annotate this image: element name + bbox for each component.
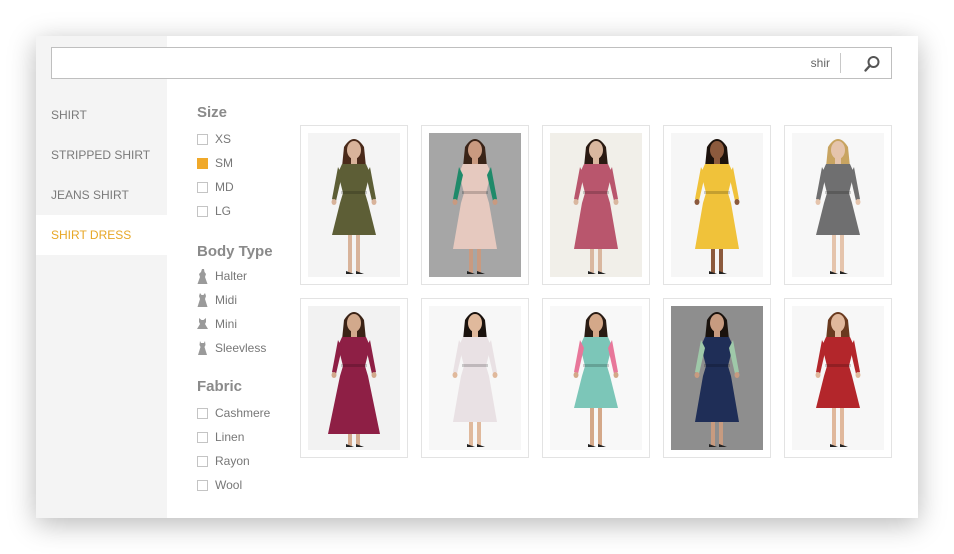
nav-item-stripped-shirt[interactable]: STRIPPED SHIRT [36, 135, 167, 175]
product-photo [550, 306, 642, 450]
body-type-option-mini[interactable]: Mini [197, 312, 307, 336]
product-card[interactable] [663, 298, 771, 458]
halter-dress-icon [197, 268, 208, 284]
option-label: SM [215, 156, 233, 170]
checkbox[interactable] [197, 181, 208, 193]
option-label: Wool [215, 478, 243, 492]
search-bar[interactable]: shir [51, 47, 892, 79]
option-label: Midi [215, 293, 238, 307]
product-card[interactable] [784, 125, 892, 285]
option-label: Halter [215, 269, 248, 283]
nav-item-jeans-shirt[interactable]: JEANS SHIRT [36, 175, 167, 215]
product-card[interactable] [421, 298, 529, 458]
mini-dress-icon [197, 317, 208, 329]
size-option-md[interactable]: MD [197, 175, 307, 199]
product-photo [671, 133, 763, 277]
option-label: Sleevless [215, 341, 267, 355]
product-photo [308, 133, 400, 277]
filter-title-size: Size [197, 104, 228, 121]
checkbox[interactable] [197, 205, 208, 217]
product-card[interactable] [542, 298, 650, 458]
category-nav: SHIRT STRIPPED SHIRT JEANS SHIRT SHIRT D… [36, 95, 167, 255]
product-image [308, 306, 400, 450]
sleeveless-dress-icon [198, 340, 207, 355]
size-option-sm[interactable]: SM [197, 151, 307, 175]
checkbox[interactable] [197, 431, 208, 443]
app-window: shir SHIRT STRIPPED SHIRT JEANS SHIRT SH… [36, 36, 918, 518]
body-type-option-halter[interactable]: Halter [197, 264, 307, 288]
fabric-option-cashmere[interactable]: Cashmere [197, 401, 307, 425]
option-label: XS [215, 132, 232, 146]
option-label: Mini [215, 317, 238, 331]
product-image [308, 133, 400, 277]
nav-item-label: SHIRT DRESS [51, 228, 132, 242]
nav-item-shirt[interactable]: SHIRT [36, 95, 167, 135]
search-input[interactable]: shir [811, 56, 830, 70]
midi-dress-icon [197, 292, 208, 307]
filter-title-fabric: Fabric [197, 378, 243, 395]
product-card[interactable] [542, 125, 650, 285]
nav-item-shirt-dress[interactable]: SHIRT DRESS [36, 215, 167, 255]
option-label: Cashmere [215, 406, 271, 420]
product-photo [429, 133, 521, 277]
product-image [550, 133, 642, 277]
product-image [429, 133, 521, 277]
product-photo [671, 306, 763, 450]
filter-title-body-type: Body Type [197, 243, 273, 260]
checkbox-checked[interactable] [197, 157, 208, 169]
product-card[interactable] [300, 125, 408, 285]
product-photo [792, 306, 884, 450]
product-photo [550, 133, 642, 277]
checkbox[interactable] [197, 407, 208, 419]
size-option-lg[interactable]: LG [197, 199, 307, 223]
fabric-option-rayon[interactable]: Rayon [197, 449, 307, 473]
product-image [429, 306, 521, 450]
product-image [671, 306, 763, 450]
checkbox[interactable] [197, 479, 208, 491]
search-icon[interactable] [863, 55, 881, 73]
product-photo [429, 306, 521, 450]
nav-item-label: JEANS SHIRT [51, 188, 129, 202]
option-label: Rayon [215, 454, 250, 468]
option-label: MD [215, 180, 234, 194]
option-label: Linen [215, 430, 245, 444]
option-label: LG [215, 204, 232, 218]
product-card[interactable] [784, 298, 892, 458]
size-option-xs[interactable]: XS [197, 127, 307, 151]
product-photo [308, 306, 400, 450]
product-image [792, 306, 884, 450]
body-type-option-midi[interactable]: Midi [197, 288, 307, 312]
product-image [671, 133, 763, 277]
fabric-option-linen[interactable]: Linen [197, 425, 307, 449]
product-card[interactable] [663, 125, 771, 285]
product-image [792, 133, 884, 277]
nav-item-label: STRIPPED SHIRT [51, 148, 151, 162]
product-card[interactable] [300, 298, 408, 458]
body-type-option-sleevless[interactable]: Sleevless [197, 336, 307, 360]
checkbox[interactable] [197, 133, 208, 145]
checkbox[interactable] [197, 455, 208, 467]
nav-item-label: SHIRT [51, 108, 87, 122]
product-card[interactable] [421, 125, 529, 285]
product-image [550, 306, 642, 450]
fabric-option-wool[interactable]: Wool [197, 473, 307, 497]
product-grid [300, 125, 892, 458]
search-divider [840, 53, 841, 73]
filter-panel: Size XS SM MD LG Body Type Halter Midi M… [197, 102, 307, 497]
product-photo [792, 133, 884, 277]
